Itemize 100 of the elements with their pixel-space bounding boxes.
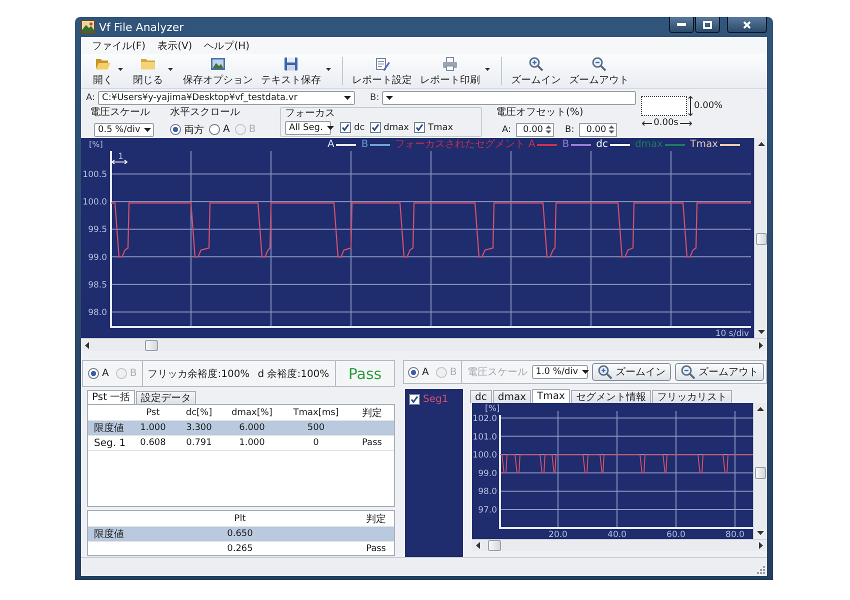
tab[interactable]: dc xyxy=(470,390,492,403)
radio-button[interactable] xyxy=(408,366,419,378)
zoom-in-icon xyxy=(528,56,544,72)
column-header: Pst xyxy=(145,408,161,418)
resize-grip-icon[interactable] xyxy=(756,565,765,574)
tab[interactable]: セグメント情報 xyxy=(570,390,651,403)
vertical-scrollbar[interactable] xyxy=(753,403,767,539)
legend-label: Tmax xyxy=(690,138,718,150)
spinner-icon[interactable] xyxy=(545,124,552,135)
close-button[interactable] xyxy=(727,17,767,33)
table-cell-text: 0.265 xyxy=(226,544,254,554)
segment-number: 1 xyxy=(118,152,124,162)
left-arrow-icon xyxy=(642,120,652,126)
checkbox-label: dc xyxy=(354,122,365,132)
y-axis-label: 100.0 xyxy=(472,450,497,461)
table-cell-text: 0.608 xyxy=(139,438,167,448)
toolbar-button[interactable]: テキスト保存 xyxy=(257,54,325,88)
y-axis-label: 101.0 xyxy=(472,432,497,442)
radio-label: A xyxy=(223,124,230,135)
offset-preview-box xyxy=(641,96,687,116)
dropdown-arrow-icon[interactable] xyxy=(168,68,173,71)
radio-button[interactable] xyxy=(170,124,181,135)
radio-button[interactable] xyxy=(209,124,220,135)
toolbar-button[interactable]: レポート設定 xyxy=(348,54,416,88)
table-cell-text: 6.000 xyxy=(238,423,266,433)
horizontal-scrollbar[interactable] xyxy=(81,338,767,351)
toolbar-button[interactable]: レポート印刷 xyxy=(416,54,484,88)
left-arrow-icon[interactable] xyxy=(476,542,480,549)
menu-item[interactable]: 表示(V) xyxy=(152,38,198,54)
right-arrow-icon[interactable] xyxy=(759,542,763,549)
number-field[interactable]: 0.00 xyxy=(579,122,618,136)
table-cell-text: 0.791 xyxy=(185,438,213,448)
dropdown-arrow-icon[interactable] xyxy=(326,68,331,71)
toolbar-button[interactable]: 保存オプション xyxy=(179,54,257,88)
legend-label: dmax xyxy=(634,138,664,150)
checkbox[interactable] xyxy=(340,122,351,133)
file-dropdown[interactable]: C:¥Users¥y-yajima¥Desktop¥vf_testdata.vr xyxy=(98,91,356,105)
table-cell-text: 3.300 xyxy=(185,423,213,433)
tab[interactable]: Tmax xyxy=(532,389,570,403)
spinner-icon[interactable] xyxy=(608,124,616,135)
focus-dropdown[interactable]: All Seg. xyxy=(285,120,331,134)
down-arrow-icon[interactable] xyxy=(757,531,764,535)
table-cell-text: 限度値 xyxy=(93,528,125,541)
scroll-thumb[interactable] xyxy=(755,467,766,479)
toolbar-button[interactable]: 閉じる xyxy=(129,54,167,88)
down-arrow-icon[interactable] xyxy=(758,330,764,334)
legend-label: フォーカスされたセグメント A xyxy=(395,138,536,150)
menu-item[interactable]: ファイル(F) xyxy=(86,38,152,54)
checkbox[interactable] xyxy=(409,394,420,405)
radio-label: B xyxy=(130,368,137,379)
result-text: Pass xyxy=(348,364,382,382)
horizontal-scrollbar[interactable] xyxy=(472,539,767,551)
checkbox[interactable] xyxy=(370,122,381,133)
flicker-margin-text: フリッカ余裕度:100% xyxy=(148,368,250,380)
file-label: A: xyxy=(86,93,96,103)
file-dropdown[interactable] xyxy=(382,91,636,105)
printer-icon xyxy=(442,56,458,72)
toolbar-button[interactable]: 開く xyxy=(89,54,117,88)
scroll-thumb[interactable] xyxy=(756,233,766,245)
up-arrow-icon[interactable] xyxy=(758,142,764,146)
tab[interactable]: フリッカリスト xyxy=(652,390,732,403)
radio-label: 両方 xyxy=(184,124,204,136)
number-field[interactable]: 0.00 xyxy=(516,122,554,136)
picture-icon xyxy=(210,56,226,72)
scale-dropdown[interactable]: 0.5 %/div xyxy=(94,123,154,137)
up-arrow-icon[interactable] xyxy=(757,407,764,411)
zoom-button[interactable]: ズームアウト xyxy=(674,363,764,381)
tab[interactable]: Pst 一括 xyxy=(87,390,136,404)
minimize-button[interactable] xyxy=(669,17,694,33)
radio-button[interactable] xyxy=(88,368,99,379)
column-header: 判定 xyxy=(361,406,383,420)
y-axis-label: 97.0 xyxy=(478,506,497,516)
vertical-scrollbar[interactable] xyxy=(754,138,767,338)
scroll-thumb[interactable] xyxy=(145,340,158,350)
checkbox[interactable] xyxy=(414,122,425,133)
dropdown-arrow-icon[interactable] xyxy=(485,68,490,71)
y-axis-label: 99.0 xyxy=(88,252,107,263)
zoom-out-icon xyxy=(591,56,607,72)
column-header: Plt xyxy=(233,514,247,524)
toolbar-button[interactable]: ズームイン xyxy=(507,54,565,88)
tab[interactable]: dmax xyxy=(492,390,531,403)
double-arrow-icon xyxy=(111,160,128,164)
tab[interactable]: 設定データ xyxy=(136,391,196,404)
zoom-button[interactable]: ズームイン xyxy=(592,363,671,381)
document-pencil-icon xyxy=(374,56,390,72)
column-header: dc[%] xyxy=(184,408,214,418)
table-cell-text: 0 xyxy=(312,438,320,448)
caret-icon xyxy=(344,96,352,100)
left-arrow-icon[interactable] xyxy=(85,342,89,348)
maximize-button[interactable] xyxy=(695,17,720,33)
minimize-icon xyxy=(677,23,686,26)
right-arrow-icon[interactable] xyxy=(759,342,763,348)
menu-item[interactable]: ヘルプ(H) xyxy=(198,38,256,54)
dropdown-arrow-icon[interactable] xyxy=(118,68,123,71)
checkbox-label: Tmax xyxy=(428,122,454,132)
offset-value: 0.00% xyxy=(694,101,723,111)
app-icon xyxy=(81,20,95,34)
toolbar-button[interactable]: ズームアウト xyxy=(565,54,633,88)
scroll-thumb[interactable] xyxy=(488,540,501,551)
table-cell-text: 限度値 xyxy=(93,422,125,435)
